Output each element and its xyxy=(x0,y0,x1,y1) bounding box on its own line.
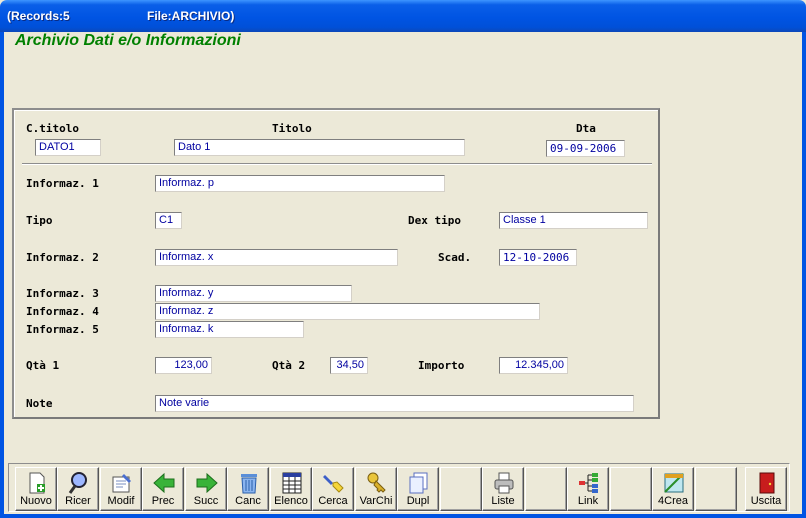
qta2-label: Qtà 2 xyxy=(272,359,306,372)
info1-label: Informaz. 1 xyxy=(26,177,99,190)
qta1-label: Qtà 1 xyxy=(26,359,60,372)
trash-icon xyxy=(241,474,257,494)
info3-label: Informaz. 3 xyxy=(26,287,99,300)
scad-label: Scad. xyxy=(438,251,472,264)
ctitolo-field[interactable]: DATO1 xyxy=(35,139,101,156)
duplicate-icon xyxy=(409,472,428,494)
dextipo-field[interactable]: Classe 1 xyxy=(499,212,648,229)
dupl-button[interactable]: Dupl xyxy=(397,467,439,511)
window-frame-left xyxy=(0,32,4,518)
edit-document-icon xyxy=(112,474,131,493)
design-tools-icon xyxy=(664,473,684,493)
info4-field[interactable]: Informaz. z xyxy=(155,303,540,320)
file-name: File:ARCHIVIO) xyxy=(147,9,235,23)
tipo-field[interactable]: C1 xyxy=(155,212,182,229)
empty-button-1[interactable] xyxy=(440,467,482,511)
keys-icon xyxy=(367,472,386,493)
titolo-label: Titolo xyxy=(272,122,312,135)
importo-field[interactable]: 12.345,00 xyxy=(499,357,568,374)
elenco-button[interactable]: Elenco xyxy=(270,467,312,511)
arrow-right-icon xyxy=(196,472,218,494)
crea4-button[interactable]: 4Crea xyxy=(652,467,694,511)
prec-button[interactable]: Prec xyxy=(142,467,184,511)
link-button[interactable]: Link xyxy=(567,467,609,511)
table-list-icon xyxy=(282,472,302,494)
app-title: Archivio Dati e/o Informazioni xyxy=(15,32,241,49)
window-frame-bottom xyxy=(0,514,806,518)
modif-button[interactable]: Modif xyxy=(100,467,142,511)
succ-button[interactable]: Succ xyxy=(185,467,227,511)
link-tree-icon xyxy=(579,473,598,493)
header-separator xyxy=(22,163,652,165)
ctitolo-label: C.titolo xyxy=(26,122,79,135)
info2-field[interactable]: Informaz. x xyxy=(155,249,398,266)
canc-button[interactable]: Canc xyxy=(227,467,269,511)
exit-door-icon xyxy=(759,472,775,494)
empty-button-4[interactable] xyxy=(695,467,737,511)
importo-label: Importo xyxy=(418,359,465,372)
cerca-button[interactable]: Cerca xyxy=(312,467,354,511)
qta1-field[interactable]: 123,00 xyxy=(155,357,212,374)
window-titlebar[interactable]: (Records:5 File:ARCHIVIO) xyxy=(0,0,806,32)
info5-field[interactable]: Informaz. k xyxy=(155,321,304,338)
records-count: (Records:5 xyxy=(7,9,70,23)
dextipo-label: Dex tipo xyxy=(408,214,461,227)
empty-button-2[interactable] xyxy=(525,467,567,511)
scad-field[interactable]: 12-10-2006 xyxy=(499,249,577,266)
dta-label: Dta xyxy=(576,122,596,135)
window-frame-right xyxy=(802,32,806,518)
nuovo-button[interactable]: Nuovo xyxy=(15,467,57,511)
varchi-button[interactable]: VarChi xyxy=(355,467,397,511)
note-label: Note xyxy=(26,397,53,410)
qta2-field[interactable]: 34,50 xyxy=(330,357,368,374)
arrow-left-icon xyxy=(153,472,175,494)
note-field[interactable]: Note varie xyxy=(155,395,634,412)
new-document-icon xyxy=(29,472,45,494)
titolo-field[interactable]: Dato 1 xyxy=(174,139,465,156)
flashlight-icon xyxy=(323,475,344,493)
info4-label: Informaz. 4 xyxy=(26,305,99,318)
empty-button-3[interactable] xyxy=(610,467,652,511)
info1-field[interactable]: Informaz. p xyxy=(155,175,445,192)
uscita-button[interactable]: Uscita xyxy=(745,467,787,511)
ricer-button[interactable]: Ricer xyxy=(57,467,99,511)
printer-icon xyxy=(494,472,514,494)
liste-button[interactable]: Liste xyxy=(482,467,524,511)
search-icon xyxy=(68,472,87,494)
tipo-label: Tipo xyxy=(26,214,53,227)
info5-label: Informaz. 5 xyxy=(26,323,99,336)
dta-field[interactable]: 09-09-2006 xyxy=(546,140,625,157)
info2-label: Informaz. 2 xyxy=(26,251,99,264)
info3-field[interactable]: Informaz. y xyxy=(155,285,352,302)
